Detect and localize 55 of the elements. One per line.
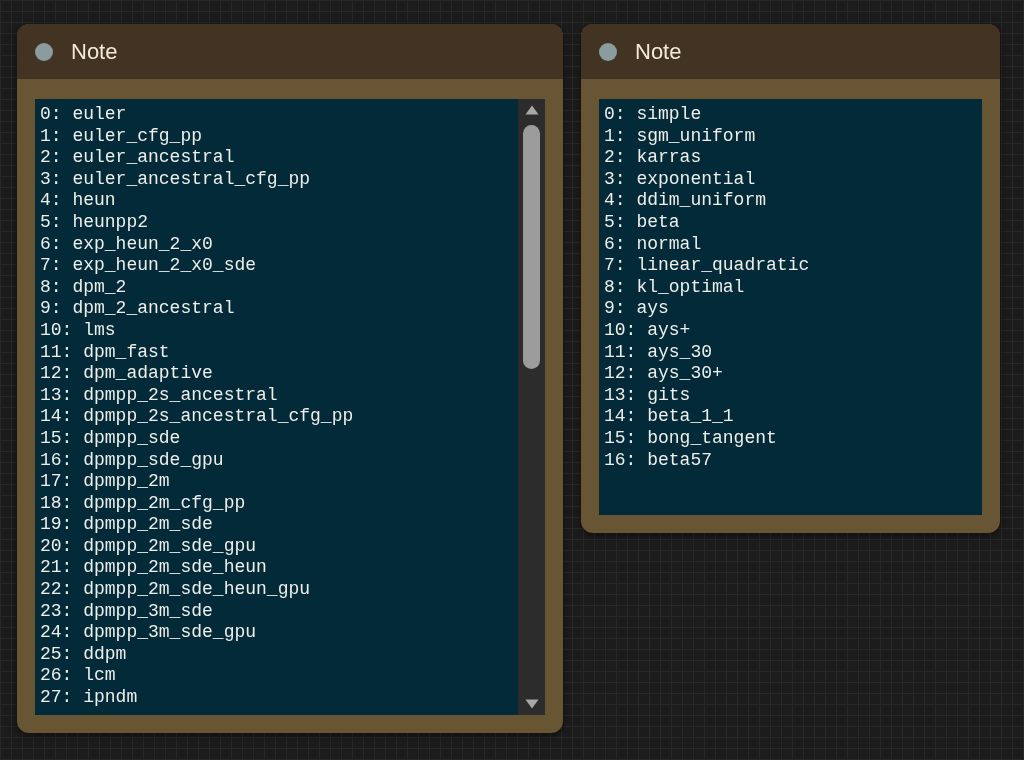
scrollbar-thumb[interactable] xyxy=(523,125,540,369)
text-line: 6: normal xyxy=(604,233,702,256)
text-line: 3: exponential xyxy=(604,168,756,191)
text-line: 15: dpmpp_sde xyxy=(40,427,181,450)
text-line: 9: dpm_2_ancestral xyxy=(40,298,235,320)
text-area[interactable] xyxy=(35,99,545,715)
text-line: 2: karras xyxy=(604,147,702,169)
scroll-up-icon[interactable] xyxy=(524,105,539,115)
text-line: 5: beta xyxy=(604,211,680,234)
text-line: 4: heun xyxy=(40,190,116,212)
text-line: 10: ays+ xyxy=(604,319,691,342)
text-line: 19: dpmpp_2m_sde xyxy=(40,514,213,536)
text-line: 1: euler_cfg_pp xyxy=(40,125,203,148)
text-area[interactable] xyxy=(599,99,982,515)
text-line: 25: ddpm xyxy=(40,643,127,666)
text-line: 4: ddim_uniform xyxy=(604,190,767,212)
dot-icon[interactable] xyxy=(35,42,53,61)
text-line: 3: euler_ancestral_cfg_pp xyxy=(40,168,311,191)
text-line: 0: euler xyxy=(40,104,127,126)
text-line: 7: linear_quadratic xyxy=(604,255,810,277)
scrollbar[interactable] xyxy=(518,99,545,715)
text-line: 7: exp_heun_2_x0_sde xyxy=(40,255,257,277)
text-line: 8: kl_optimal xyxy=(604,276,745,299)
text-line: 10: lms xyxy=(40,319,116,342)
text-line: 15: bong_tangent xyxy=(604,427,777,450)
text-line: 20: dpmpp_2m_sde_gpu xyxy=(40,535,257,558)
text-line: 16: beta57 xyxy=(604,449,713,472)
text-line: 26: lcm xyxy=(40,665,116,688)
node-title: Note xyxy=(635,38,682,65)
text-line: 21: dpmpp_2m_sde_heun xyxy=(40,557,267,580)
text-line: 11: dpm_fast xyxy=(40,341,170,364)
text-line: 18: dpmpp_2m_cfg_pp xyxy=(40,492,246,515)
text-line: 8: dpm_2 xyxy=(40,276,127,299)
text-line: 9: ays xyxy=(604,298,669,320)
text-line: 16: dpmpp_sde_gpu xyxy=(40,449,224,472)
text-line: 1: sgm_uniform xyxy=(604,125,756,148)
text-line: 14: dpmpp_2s_ancestral_cfg_pp xyxy=(40,406,354,428)
text-line: 13: dpmpp_2s_ancestral xyxy=(40,384,278,407)
text-line: 24: dpmpp_3m_sde_gpu xyxy=(40,622,257,644)
scroll-down-icon[interactable] xyxy=(524,699,539,709)
node-title: Note xyxy=(71,38,118,65)
text-line: 14: beta_1_1 xyxy=(604,406,734,428)
text-line: 17: dpmpp_2m xyxy=(40,471,170,493)
text-line: 23: dpmpp_3m_sde xyxy=(40,600,213,623)
text-line: 12: dpm_adaptive xyxy=(40,363,213,385)
text-line: 6: exp_heun_2_x0 xyxy=(40,233,213,256)
text-line: 22: dpmpp_2m_sde_heun_gpu xyxy=(40,579,311,601)
text-line: 0: simple xyxy=(604,104,702,126)
text-line: 27: ipndm xyxy=(40,687,138,709)
text-line: 12: ays_30+ xyxy=(604,363,723,385)
text-line: 5: heunpp2 xyxy=(40,211,149,234)
text-line: 13: gits xyxy=(604,384,691,407)
dot-icon[interactable] xyxy=(599,42,617,61)
text-line: 2: euler_ancestral xyxy=(40,147,235,169)
text-line: 11: ays_30 xyxy=(604,341,713,364)
